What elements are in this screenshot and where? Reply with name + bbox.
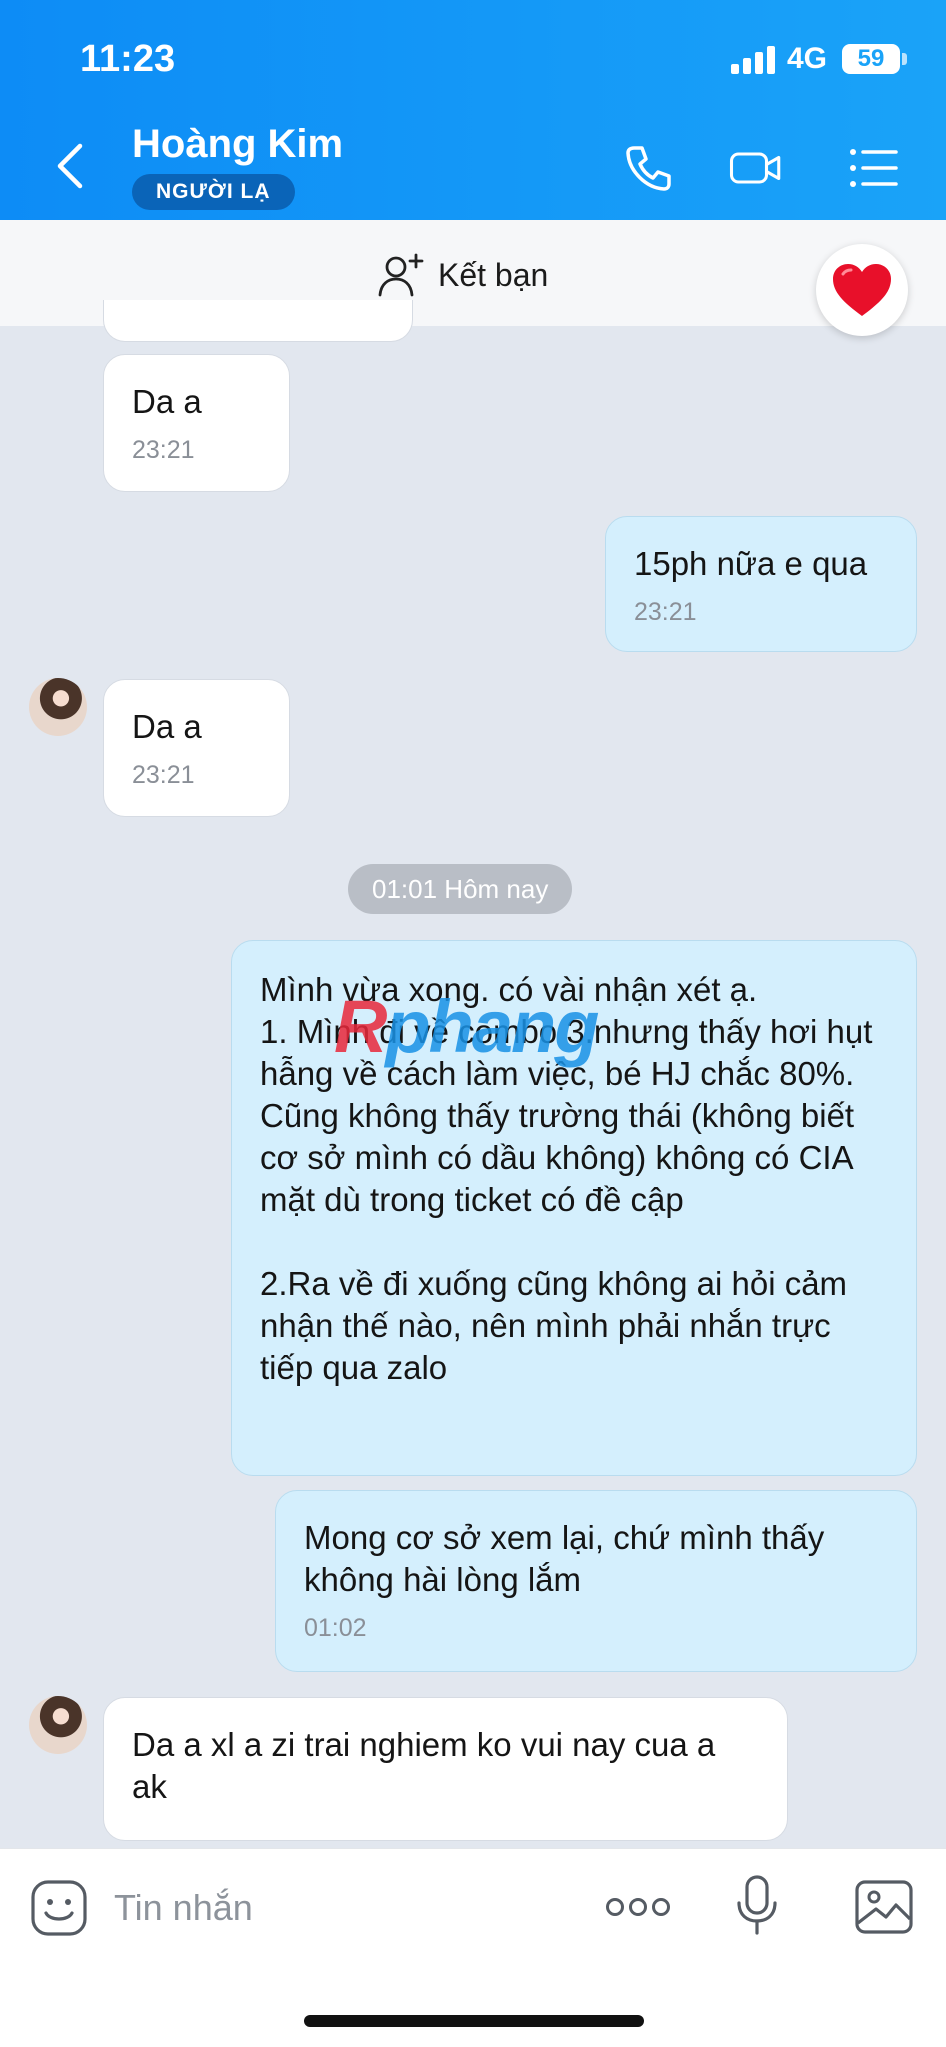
message-bubble[interactable]: Da a 23:21	[103, 679, 290, 817]
message-text: Da a	[132, 708, 202, 745]
message-input[interactable]	[114, 1883, 534, 1933]
heart-button[interactable]	[816, 244, 908, 336]
battery-icon: 59	[842, 44, 900, 74]
message-bubble[interactable]: Mong cơ sở xem lại, chứ mình thấy không …	[275, 1490, 917, 1672]
message-time: 23:21	[132, 436, 195, 464]
status-time: 11:23	[80, 38, 176, 80]
more-options-button[interactable]	[605, 1889, 671, 1925]
back-button[interactable]	[50, 140, 90, 192]
home-indicator	[304, 2015, 644, 2027]
date-separator: 01:01 Hôm nay	[348, 864, 573, 914]
message-text: 15ph nữa e qua	[634, 545, 868, 582]
network-label: 4G	[787, 42, 828, 75]
microphone-button[interactable]	[735, 1875, 779, 1937]
image-button[interactable]	[854, 1879, 914, 1935]
partial-message-bubble[interactable]	[103, 300, 413, 342]
battery-tip	[902, 53, 907, 65]
message-text: Da a	[132, 383, 202, 420]
watermark-logo: Rphang	[334, 985, 599, 1068]
contact-avatar[interactable]	[29, 1696, 87, 1754]
message-time: 01:02	[304, 1614, 367, 1642]
menu-button[interactable]	[846, 140, 902, 196]
chat-header: 11:23 4G 59 Hoàng Kim NGƯỜI LẠ	[0, 0, 946, 220]
signal-icon	[731, 46, 775, 74]
add-friend-label: Kết bạn	[438, 256, 549, 293]
video-call-button[interactable]	[728, 140, 784, 196]
message-bubble[interactable]: Da a xl a zi trai nghiem ko vui nay cua …	[103, 1697, 788, 1841]
battery-level: 59	[857, 45, 885, 72]
emoji-button[interactable]	[30, 1879, 88, 1937]
contact-avatar[interactable]	[29, 678, 87, 736]
message-time: 23:21	[132, 761, 195, 789]
add-friend-button[interactable]: Kết bạn	[378, 250, 548, 300]
contact-name[interactable]: Hoàng Kim	[132, 122, 343, 167]
call-button[interactable]	[620, 140, 676, 196]
heart-icon	[833, 264, 891, 316]
input-bar	[0, 1848, 946, 2047]
message-text: Mong cơ sở xem lại, chứ mình thấy không …	[304, 1519, 825, 1598]
stranger-badge: NGƯỜI LẠ	[132, 174, 295, 210]
message-bubble[interactable]: 15ph nữa e qua 23:21	[605, 516, 917, 652]
add-friend-icon	[378, 253, 424, 297]
message-bubble[interactable]: Da a 23:21	[103, 354, 290, 492]
message-time: 23:21	[634, 598, 697, 626]
message-text: Da a xl a zi trai nghiem ko vui nay cua …	[132, 1726, 716, 1805]
status-bar: 11:23 4G 59	[0, 0, 946, 120]
